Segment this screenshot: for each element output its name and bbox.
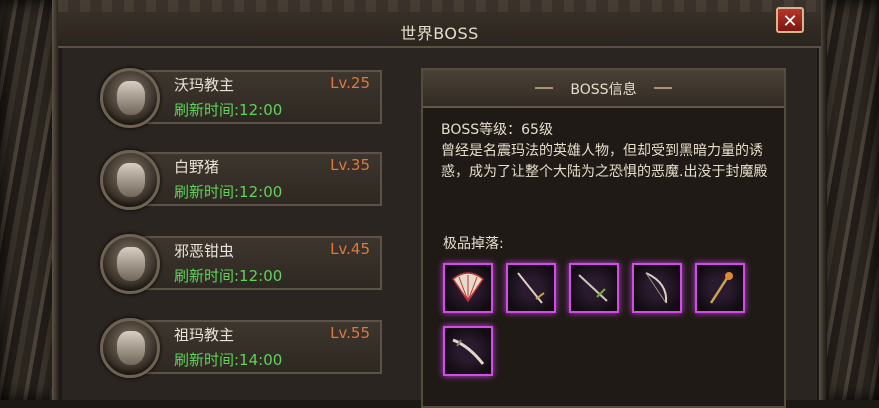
boss-refresh-time: 刷新时间:12:00: [174, 267, 283, 285]
boss-level: Lv.55: [330, 324, 370, 342]
boss-level: Lv.25: [330, 74, 370, 92]
drop-item-blade[interactable]: [443, 326, 493, 376]
boss-level-line: BOSS等级：65级: [441, 122, 553, 138]
boss-avatar-icon: [100, 150, 160, 210]
boss-refresh-time: 刷新时间:14:00: [174, 351, 283, 369]
drop-item-staff[interactable]: [695, 263, 745, 313]
drop-item-sword-2[interactable]: [569, 263, 619, 313]
boss-info-header: BOSS信息: [423, 70, 784, 108]
right-frame-decoration: [819, 0, 879, 400]
drop-item-bow[interactable]: [632, 263, 682, 313]
boss-info-text: BOSS等级：65级 曾经是名震玛法的英雄人物，但却受到黑暗力量的诱惑，成为了让…: [441, 120, 772, 183]
sword-icon: [517, 272, 545, 304]
boss-avatar-icon: [100, 68, 160, 128]
boss-refresh-time: 刷新时间:12:00: [174, 101, 283, 119]
blade-icon: [452, 338, 485, 365]
boss-name: 沃玛教主: [174, 76, 235, 94]
boss-description: 曾经是名震玛法的英雄人物，但却受到黑暗力量的诱惑，成为了让整个大陆为之恐惧的恶魔…: [441, 143, 768, 180]
staff-icon: [709, 272, 733, 304]
drop-item-sword-1[interactable]: [506, 263, 556, 313]
header-ornament-icon: [654, 87, 672, 89]
boss-name: 邪恶钳虫: [174, 242, 235, 260]
drops-label: 极品掉落:: [443, 236, 504, 252]
boss-entry-white-boar[interactable]: 白野猪 Lv.35 刷新时间:12:00: [92, 150, 392, 210]
drop-item-fan[interactable]: [443, 263, 493, 313]
boss-avatar-icon: [100, 234, 160, 294]
boss-entry-zuma[interactable]: 祖玛教主 Lv.55 刷新时间:14:00: [92, 318, 392, 378]
boss-name: 白野猪: [174, 158, 220, 176]
close-button[interactable]: ✕: [776, 7, 804, 33]
boss-name: 祖玛教主: [174, 326, 235, 344]
boss-info-panel: BOSS信息 BOSS等级：65级 曾经是名震玛法的英雄人物，但却受到黑暗力量的…: [421, 68, 786, 408]
boss-level: Lv.35: [330, 156, 370, 174]
sword-icon: [578, 274, 608, 302]
boss-info-title: BOSS信息: [570, 82, 637, 98]
window-title: 世界BOSS: [400, 24, 479, 43]
boss-level: Lv.45: [330, 240, 370, 258]
title-ornament: [58, 0, 821, 12]
bow-icon: [645, 272, 668, 304]
boss-refresh-time: 刷新时间:12:00: [174, 183, 283, 201]
boss-avatar-icon: [100, 318, 160, 378]
left-frame-decoration: [0, 0, 60, 400]
fan-icon: [451, 272, 485, 303]
boss-entry-evil-pincer[interactable]: 邪恶钳虫 Lv.45 刷新时间:12:00: [92, 234, 392, 294]
boss-entry-woma[interactable]: 沃玛教主 Lv.25 刷新时间:12:00: [92, 68, 392, 128]
